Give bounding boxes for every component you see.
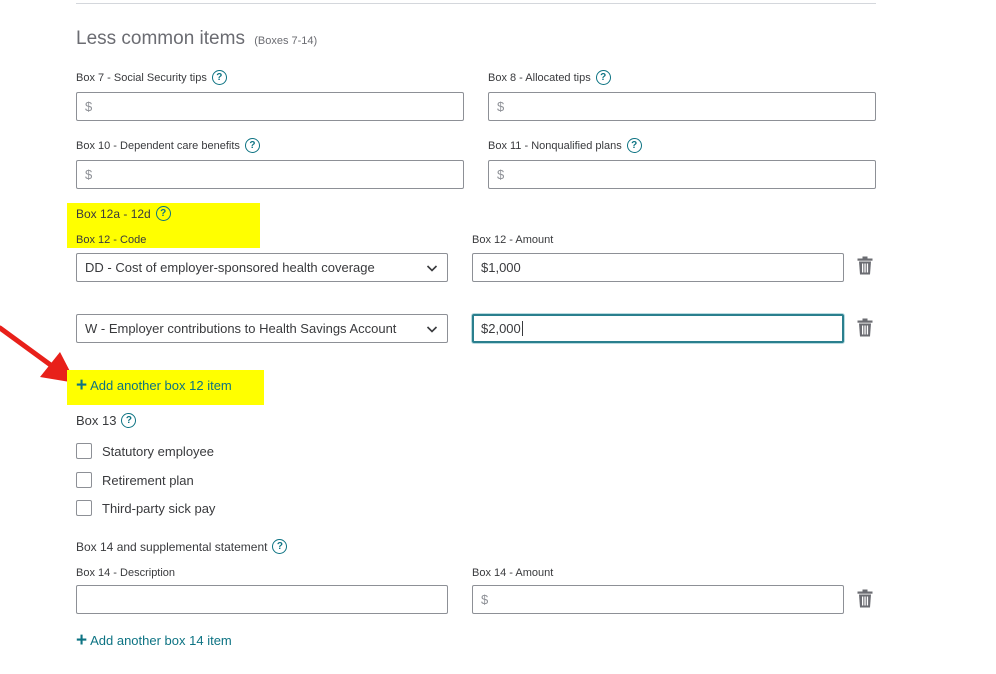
chevron-down-icon <box>426 325 438 333</box>
box8-label: Box 8 - Allocated tips <box>488 71 591 84</box>
question-circle-icon[interactable]: ? <box>211 70 227 85</box>
add-box14-button[interactable]: + Add another box 14 item <box>76 631 232 650</box>
box14-heading-row: Box 14 and supplemental statement ? <box>76 539 288 554</box>
box8-input[interactable]: $ <box>488 92 876 121</box>
box12-code-select-1[interactable]: DD - Cost of employer-sponsored health c… <box>76 253 448 282</box>
trash-icon[interactable] <box>857 589 873 608</box>
box11-placeholder: $ <box>497 167 505 182</box>
statutory-employee-label: Statutory employee <box>102 443 215 459</box>
box12-amount-input-2[interactable]: $2,000 <box>472 314 844 343</box>
box12-code-select-2[interactable]: W - Employer contributions to Health Sav… <box>76 314 448 343</box>
box7-input[interactable]: $ <box>76 92 464 121</box>
box14-heading: Box 14 and supplemental statement <box>76 539 268 554</box>
chevron-down-icon <box>426 264 438 272</box>
box14-description-label: Box 14 - Description <box>76 567 176 579</box>
box8-placeholder: $ <box>497 99 505 114</box>
plus-icon: + <box>76 630 88 651</box>
box11-input[interactable]: $ <box>488 160 876 189</box>
box12-heading: Box 12a - 12d <box>76 206 151 221</box>
checkbox-row-third-party-sick-pay[interactable]: Third-party sick pay <box>76 500 215 516</box>
question-circle-icon[interactable]: ? <box>626 138 642 153</box>
section-subtitle: (Boxes 7-14) <box>254 35 318 47</box>
add-box12-label: Add another box 12 item <box>90 378 232 393</box>
box10-label-row: Box 10 - Dependent care benefits ? <box>76 138 260 153</box>
box13-heading-row: Box 13 ? <box>76 413 137 428</box>
retirement-plan-checkbox[interactable] <box>76 472 92 488</box>
box12-code-label: Box 12 - Code <box>76 234 147 246</box>
third-party-sick-pay-checkbox[interactable] <box>76 500 92 516</box>
add-box14-label: Add another box 14 item <box>90 633 232 648</box>
box13-heading: Box 13 <box>76 413 117 428</box>
question-circle-icon[interactable]: ? <box>121 413 137 428</box>
text-cursor <box>521 321 523 336</box>
checkbox-row-statutory-employee[interactable]: Statutory employee <box>76 443 214 459</box>
question-circle-icon[interactable]: ? <box>272 539 288 554</box>
box7-placeholder: $ <box>85 99 93 114</box>
section-divider <box>76 3 876 4</box>
box7-label: Box 7 - Social Security tips <box>76 71 207 84</box>
box14-amount-placeholder: $ <box>481 592 489 607</box>
box12-amount-value-1: $1,000 <box>481 260 521 275</box>
third-party-sick-pay-label: Third-party sick pay <box>102 500 216 516</box>
add-box12-button[interactable]: + Add another box 12 item <box>76 376 232 395</box>
box8-label-row: Box 8 - Allocated tips ? <box>488 70 611 85</box>
trash-icon[interactable] <box>857 256 873 275</box>
box12-code-value-1: DD - Cost of employer-sponsored health c… <box>85 260 375 275</box>
trash-icon[interactable] <box>857 318 873 337</box>
checkbox-row-retirement-plan[interactable]: Retirement plan <box>76 472 194 488</box>
question-circle-icon[interactable]: ? <box>155 206 171 221</box>
retirement-plan-label: Retirement plan <box>102 472 194 488</box>
box14-amount-input[interactable]: $ <box>472 585 844 614</box>
box12-amount-label: Box 12 - Amount <box>472 234 554 246</box>
box12-heading-row: Box 12a - 12d ? <box>76 206 171 221</box>
question-circle-icon[interactable]: ? <box>244 138 260 153</box>
section-title: Less common items (Boxes 7-14) <box>76 28 317 50</box>
box12-amount-input-1[interactable]: $1,000 <box>472 253 844 282</box>
box14-description-input[interactable] <box>76 585 448 614</box>
box12-amount-value-2: $2,000 <box>481 321 521 336</box>
statutory-employee-checkbox[interactable] <box>76 443 92 459</box>
plus-icon: + <box>76 375 88 396</box>
box14-amount-label: Box 14 - Amount <box>472 567 554 579</box>
box10-label: Box 10 - Dependent care benefits <box>76 139 240 152</box>
box10-placeholder: $ <box>85 167 93 182</box>
question-circle-icon[interactable]: ? <box>595 70 611 85</box>
box11-label-row: Box 11 - Nonqualified plans ? <box>488 138 642 153</box>
section-title-text: Less common items <box>76 28 245 49</box>
box7-label-row: Box 7 - Social Security tips ? <box>76 70 227 85</box>
box10-input[interactable]: $ <box>76 160 464 189</box>
box11-label: Box 11 - Nonqualified plans <box>488 139 622 152</box>
box12-code-value-2: W - Employer contributions to Health Sav… <box>85 321 397 336</box>
